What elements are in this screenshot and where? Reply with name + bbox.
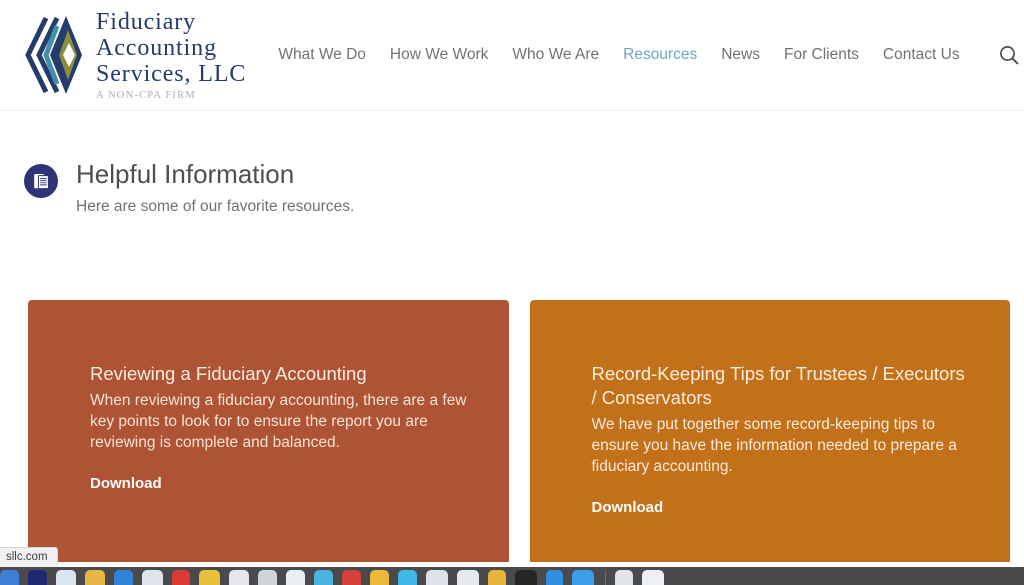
nested-diamond-logo-icon [24,12,86,98]
brand-line-2: Accounting [96,35,246,61]
nav-item-what-we-do[interactable]: What We Do [278,46,366,64]
resource-card-record-keeping-tips[interactable]: Record-Keeping Tips for Trustees / Execu… [530,300,1011,562]
dock-icon-messages[interactable] [314,570,333,585]
card-description: When reviewing a fiduciary accounting, t… [90,390,471,453]
dock-icon-facetime[interactable] [398,570,417,585]
section-text-block: Helpful Information Here are some of our… [76,158,354,217]
dock-icon-photos[interactable] [286,570,305,585]
dock-icon-music[interactable] [172,570,190,585]
dock-icon-maps[interactable] [199,570,220,585]
card-title: Record-Keeping Tips for Trustees / Execu… [592,362,973,410]
search-icon[interactable] [996,42,1022,68]
nav-item-how-we-work[interactable]: How We Work [390,46,488,64]
dock-icon-reminders[interactable] [370,570,389,585]
browser-viewport: Fiduciary Accounting Services, LLC A NON… [0,0,1024,585]
document-icon [24,164,58,198]
dock-icon-app-store[interactable] [342,570,361,585]
download-link[interactable]: Download [90,475,162,492]
dock-icon-notes[interactable] [85,570,105,585]
card-description: We have put together some record-keeping… [592,414,973,477]
download-link[interactable]: Download [592,499,664,516]
site-header: Fiduciary Accounting Services, LLC A NON… [0,0,1024,111]
brand-line-3: Services, LLC [96,61,246,87]
dock-icon-pages[interactable] [229,570,249,585]
card-title: Reviewing a Fiduciary Accounting [90,362,471,386]
resource-card-reviewing-fiduciary-accounting[interactable]: Reviewing a Fiduciary Accounting When re… [28,300,509,562]
dock-icon-downloads-folder[interactable] [615,570,633,585]
dock-icon-mail[interactable] [56,570,76,585]
section-header: Helpful Information Here are some of our… [24,158,354,217]
nav-item-contact-us[interactable]: Contact Us [883,46,960,64]
nav-item-resources[interactable]: Resources [623,46,697,64]
brand-wordmark: Fiduciary Accounting Services, LLC A NON… [96,9,246,102]
dock-icon-acrobat[interactable] [488,570,506,585]
dock-icon-calendar[interactable] [114,570,133,585]
dock-icon-keynote[interactable] [142,570,163,585]
nav-item-who-we-are[interactable]: Who We Are [512,46,599,64]
dock-icon-safari[interactable] [28,570,47,585]
dock-icon-drive[interactable] [572,570,594,585]
dock-icon-numbers[interactable] [258,570,277,585]
page-subtitle: Here are some of our favorite resources. [76,197,354,217]
resource-card-grid: Reviewing a Fiduciary Accounting When re… [28,300,1010,562]
dock-icon-finder[interactable] [0,570,19,585]
dock-icon-trash[interactable] [642,570,664,585]
dock-icon-preview[interactable] [426,570,448,585]
status-bar-url: sllc.com [0,547,58,567]
main-navigation: What We Do How We Work Who We Are Resour… [278,42,1021,68]
dock-separator [605,571,606,585]
dock-icon-dropbox[interactable] [546,570,563,585]
nav-item-news[interactable]: News [721,46,760,64]
page-title: Helpful Information [76,158,354,190]
dock-icon-terminal[interactable] [515,570,537,585]
macos-dock[interactable] [0,567,1024,585]
site-logo-link[interactable]: Fiduciary Accounting Services, LLC A NON… [24,9,246,102]
dock-icon-word[interactable] [457,570,479,585]
brand-line-1: Fiduciary [96,9,246,35]
brand-tagline: A NON-CPA FIRM [96,91,246,102]
nav-item-for-clients[interactable]: For Clients [784,46,859,64]
